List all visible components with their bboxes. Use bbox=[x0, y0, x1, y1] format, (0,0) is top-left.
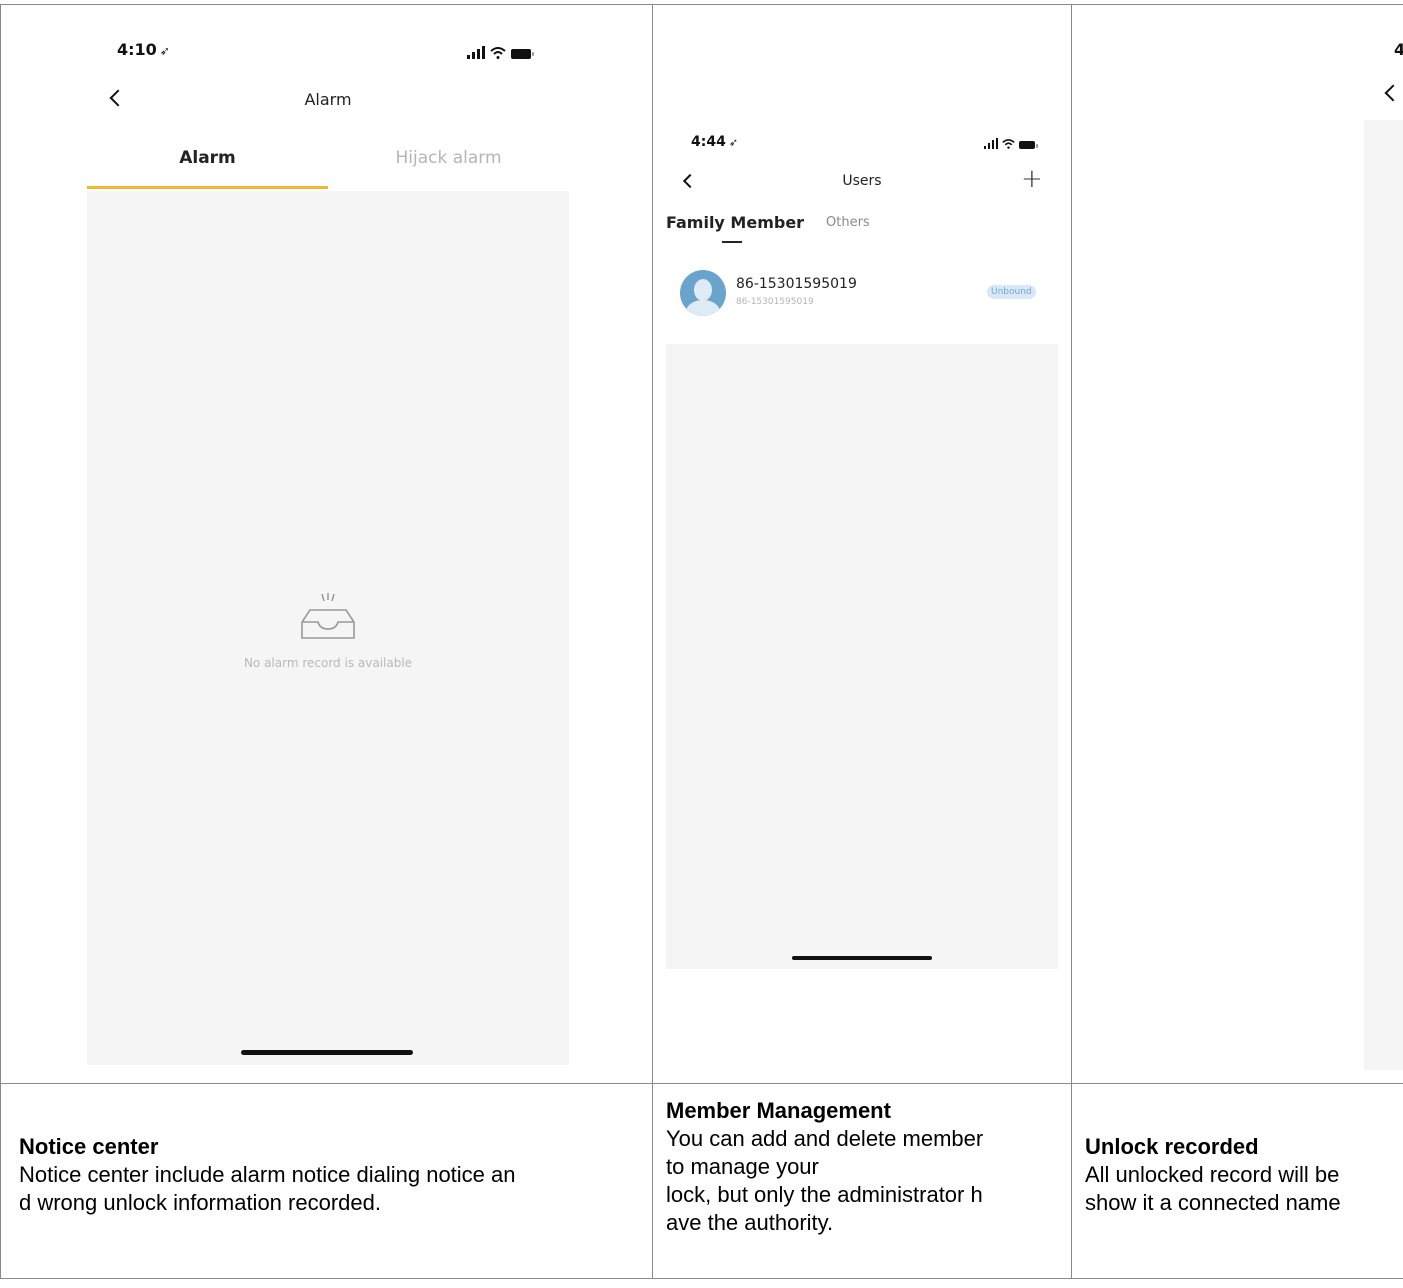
caption-heading: Notice center bbox=[19, 1134, 159, 1159]
table-border-top bbox=[0, 4, 1403, 5]
user-list-area bbox=[666, 344, 1058, 969]
location-arrow-icon: ➶ bbox=[728, 136, 739, 149]
caption-member-management: Member Management You can add and delete… bbox=[666, 1097, 1066, 1237]
back-chevron-icon[interactable] bbox=[1384, 84, 1402, 102]
caption-unlock-recorded: Unlock recorded All unlocked record will… bbox=[1085, 1133, 1403, 1217]
status-time: 4 bbox=[1394, 40, 1403, 59]
caption-heading: Unlock recorded bbox=[1085, 1134, 1259, 1159]
active-tab-indicator bbox=[87, 186, 328, 189]
page-title: Users bbox=[842, 173, 882, 189]
status-icons bbox=[984, 138, 1038, 149]
unlock-records-screenshot: 4 bbox=[1364, 20, 1403, 1070]
list-item[interactable]: 86-15301595019 86-15301595019 Unbound bbox=[666, 262, 1058, 344]
add-user-button[interactable]: + bbox=[1021, 164, 1043, 194]
table-column-divider bbox=[1071, 4, 1072, 1279]
status-time: 4:10 ➶ bbox=[117, 40, 170, 59]
page-title: Alarm bbox=[304, 90, 352, 109]
battery-icon bbox=[511, 49, 534, 59]
wifi-icon bbox=[1002, 139, 1015, 149]
caption-body: Notice center include alarm notice diali… bbox=[19, 1162, 516, 1215]
user-account: 86-15301595019 bbox=[736, 297, 814, 307]
caption-body: All unlocked record will be show it a co… bbox=[1085, 1162, 1341, 1215]
status-icons bbox=[467, 46, 534, 59]
user-name: 86-15301595019 bbox=[736, 276, 857, 292]
tab-alarm[interactable]: Alarm bbox=[87, 148, 328, 168]
battery-icon bbox=[1019, 141, 1038, 149]
table-row-divider bbox=[0, 1083, 1403, 1084]
users-screenshot: 4:44 ➶ Users + Family Member Others 86-15… bbox=[666, 122, 1058, 969]
tab-family-member[interactable]: Family Member bbox=[666, 213, 804, 232]
records-list-area bbox=[1364, 120, 1403, 1070]
table-border-left bbox=[0, 4, 1, 1279]
signal-icon bbox=[467, 46, 485, 59]
tab-hijack-alarm[interactable]: Hijack alarm bbox=[328, 148, 569, 168]
alarm-screenshot: 4:10 ➶ Alarm Alarm Hijack alarm No alarm … bbox=[87, 20, 569, 1065]
document-table: 4:10 ➶ Alarm Alarm Hijack alarm No alarm … bbox=[0, 0, 1403, 1288]
caption-body: You can add and delete member to manage … bbox=[666, 1126, 984, 1235]
location-arrow-icon: ➶ bbox=[159, 44, 170, 58]
tab-others[interactable]: Others bbox=[826, 215, 870, 230]
home-indicator bbox=[792, 956, 932, 960]
table-column-divider bbox=[652, 4, 653, 1279]
table-border-bottom bbox=[0, 1278, 1403, 1279]
empty-inbox-icon bbox=[301, 593, 355, 639]
avatar bbox=[680, 270, 726, 316]
home-indicator bbox=[241, 1050, 413, 1055]
caption-notice-center: Notice center Notice center include alar… bbox=[19, 1133, 649, 1217]
empty-state-message: No alarm record is available bbox=[243, 656, 413, 670]
status-time: 4:44 ➶ bbox=[691, 134, 739, 150]
signal-icon bbox=[984, 138, 998, 149]
wifi-icon bbox=[490, 47, 506, 59]
status-badge: Unbound bbox=[987, 285, 1036, 299]
caption-heading: Member Management bbox=[666, 1098, 891, 1123]
active-tab-indicator bbox=[722, 241, 742, 243]
